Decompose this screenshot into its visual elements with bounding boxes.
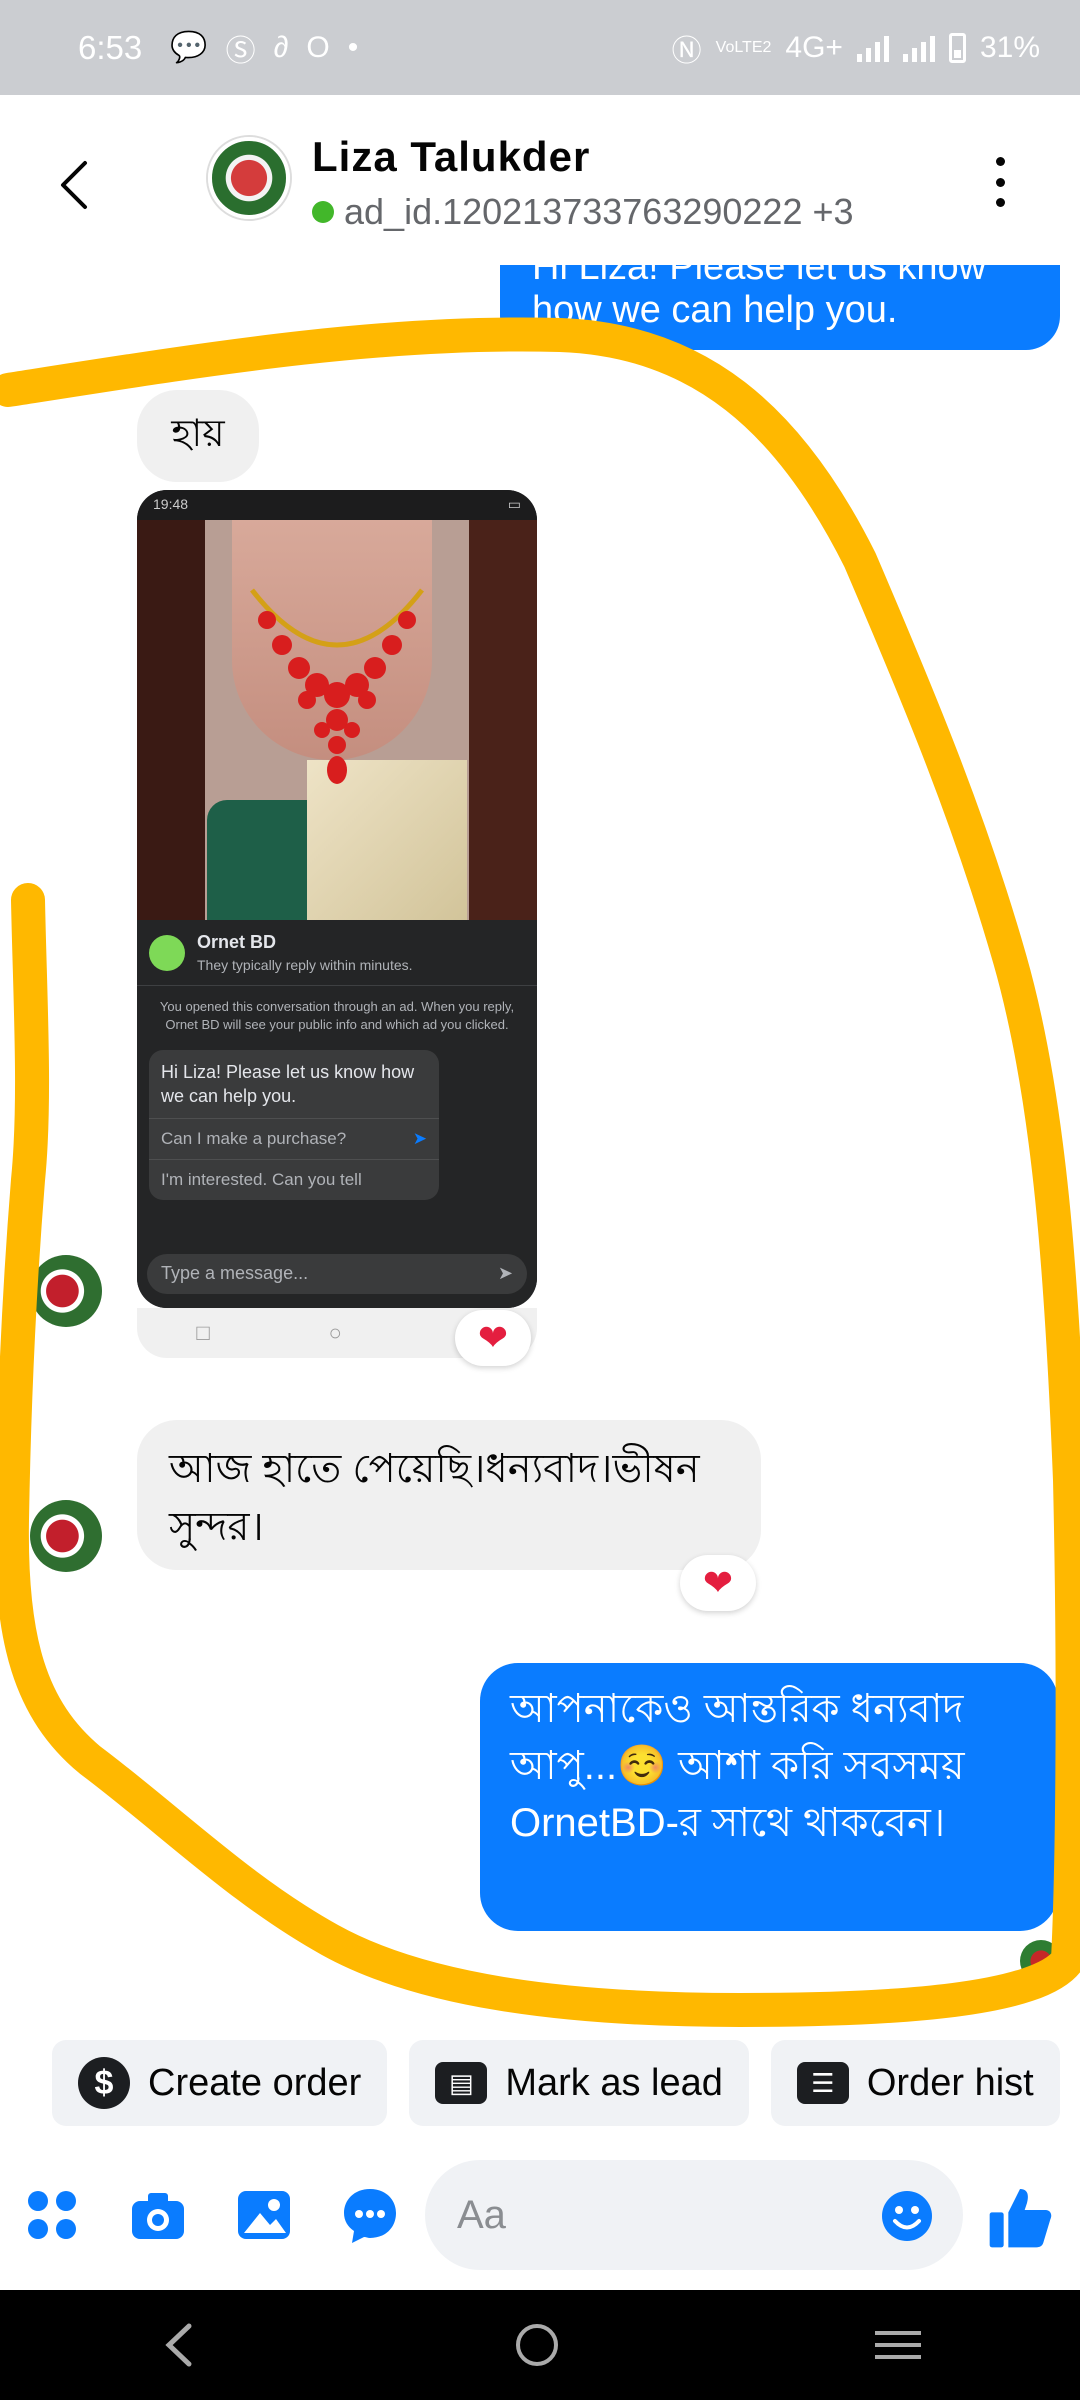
ad-id-label: ad_id.120213733763290222 +3 <box>344 191 854 232</box>
signal-icon-2 <box>902 34 935 62</box>
outgoing-message[interactable]: আপনাকেও আন্তরিক ধন্যবাদ আপু...☺️ আশা করি… <box>480 1663 1058 1931</box>
chat-notification-icon: 💬 <box>170 31 208 64</box>
screenshot-ad-notice: You opened this conversation through an … <box>159 999 515 1032</box>
quick-actions-bar: $ Create order ▤ Mark as lead ☰ Order hi… <box>52 2040 1060 2126</box>
app-icon: ∂ <box>273 30 289 64</box>
contact-name[interactable]: Liza Talukder <box>312 133 590 181</box>
sender-avatar[interactable] <box>30 1255 102 1327</box>
screenshot-status-bar: 19:48 ▭ <box>137 490 537 520</box>
screenshot-chat-page: Ornet BD They typically reply within min… <box>137 920 537 1308</box>
input-placeholder: Aa <box>457 2192 506 2237</box>
dollar-icon: $ <box>78 2057 130 2109</box>
like-icon[interactable] <box>985 2182 1055 2252</box>
messenger-screen: { "status_bar": { "time": "6:53", "netwo… <box>0 0 1080 2400</box>
status-time: 6:53 <box>78 28 143 66</box>
more-icon[interactable] <box>990 157 1010 207</box>
conversation-header: Liza Talukder ad_id.120213733763290222 +… <box>0 95 1080 265</box>
create-order-button[interactable]: $ Create order <box>52 2040 388 2126</box>
order-history-button[interactable]: ☰ Order hist <box>770 2040 1060 2126</box>
network-label: 4G+ <box>785 30 843 64</box>
nav-home-icon[interactable] <box>515 2324 558 2366</box>
heart-reaction[interactable]: ❤ <box>680 1555 756 1611</box>
system-icons: Ⓝ VoLTE2 4G+ 31% <box>672 26 1040 70</box>
chat-icon[interactable] <box>340 2185 400 2245</box>
nav-back-icon[interactable] <box>159 2320 199 2370</box>
incoming-message[interactable]: হায় <box>137 390 259 482</box>
volte-label: VoLTE2 <box>715 38 772 56</box>
heart-reaction[interactable]: ❤ <box>455 1310 531 1366</box>
heart-icon: ❤ <box>702 1562 734 1603</box>
mark-as-lead-button[interactable]: ▤ Mark as lead <box>409 2040 749 2126</box>
screenshot-input: Type a message... ➤ <box>147 1254 527 1294</box>
system-nav-bar <box>0 2290 1080 2400</box>
battery-icon <box>948 32 966 63</box>
screenshot-battery-icon: ▭ <box>507 496 521 512</box>
nfc-icon: Ⓝ <box>671 34 702 68</box>
contact-subtitle: ad_id.120213733763290222 +3 <box>312 191 854 233</box>
list-icon: ☰ <box>796 2062 849 2104</box>
message-list: Hi Liza! Please let us know how we can h… <box>0 265 1080 2025</box>
shared-screenshot-image[interactable]: 19:48 ▭ Ornet BD They typically reply wi… <box>137 490 537 1308</box>
mark-as-lead-label: Mark as lead <box>505 2061 723 2104</box>
order-history-label: Order hist <box>866 2061 1034 2104</box>
message-text: আপনাকেও আন্তরিক ধন্যবাদ আপু...☺️ আশা করি… <box>510 1687 965 1845</box>
screenshot-option-2: I'm interested. Can you tell <box>149 1159 439 1200</box>
create-order-label: Create order <box>148 2061 362 2104</box>
camera-icon[interactable] <box>128 2185 188 2245</box>
option-2-text: I'm interested. Can you tell <box>161 1170 362 1189</box>
apps-icon[interactable] <box>22 2185 82 2245</box>
screenshot-input-placeholder: Type a message... <box>161 1263 309 1283</box>
screenshot-page-header: Ornet BD They typically reply within min… <box>137 920 537 986</box>
screenshot-page-name: Ornet BD <box>197 932 277 952</box>
back-icon[interactable] <box>55 155 95 215</box>
message-text: Hi Liza! Please let us know how we can h… <box>532 265 987 331</box>
screenshot-page-sub: They typically reply within minutes. <box>197 957 413 973</box>
emoji-icon[interactable] <box>881 2190 933 2242</box>
nav-recents-icon[interactable] <box>875 2331 922 2359</box>
dot-icon: • <box>347 30 359 64</box>
gallery-icon[interactable] <box>234 2185 294 2245</box>
screenshot-message-card: Hi Liza! Please let us know how we can h… <box>149 1050 439 1200</box>
contact-avatar[interactable] <box>208 137 290 219</box>
message-input[interactable]: Aa <box>425 2160 963 2270</box>
square-icon: □ <box>196 1320 210 1345</box>
sender-avatar[interactable] <box>30 1500 102 1572</box>
signal-icon <box>856 34 889 62</box>
screenshot-card-text: Hi Liza! Please let us know how we can h… <box>161 1062 415 1106</box>
circle-icon: ○ <box>328 1320 342 1345</box>
message-text: আজ হাতে পেয়েছি।ধন্যবাদ।ভীষন সুন্দর। <box>169 1447 700 1549</box>
necklace-graphic <box>250 588 424 784</box>
skype-icon: Ⓢ <box>225 34 256 68</box>
opera-icon: O <box>306 30 330 64</box>
notification-icons: 💬 Ⓢ ∂ O • <box>170 26 358 70</box>
battery-percent: 31% <box>979 30 1040 64</box>
send-icon: ➤ <box>412 1129 427 1148</box>
status-bar: 6:53 💬 Ⓢ ∂ O • Ⓝ VoLTE2 4G+ 31% <box>0 0 1080 95</box>
online-indicator <box>312 201 334 223</box>
outgoing-message-partial[interactable]: Hi Liza! Please let us know how we can h… <box>500 265 1060 350</box>
composer-bar: Aa <box>0 2140 1080 2290</box>
seen-avatar <box>1020 1940 1062 1982</box>
heart-icon: ❤ <box>477 1317 509 1358</box>
screenshot-send-icon: ➤ <box>497 1263 513 1283</box>
incoming-message[interactable]: আজ হাতে পেয়েছি।ধন্যবাদ।ভীষন সুন্দর। <box>137 1420 761 1570</box>
option-1-text: Can I make a purchase? <box>161 1129 347 1148</box>
id-card-icon: ▤ <box>435 2062 488 2104</box>
screenshot-option-1: Can I make a purchase? ➤ <box>149 1118 439 1159</box>
screenshot-time: 19:48 <box>153 496 189 512</box>
necklace-photo <box>137 520 537 920</box>
ornet-logo-icon <box>149 934 185 971</box>
message-text: হায় <box>171 413 225 455</box>
